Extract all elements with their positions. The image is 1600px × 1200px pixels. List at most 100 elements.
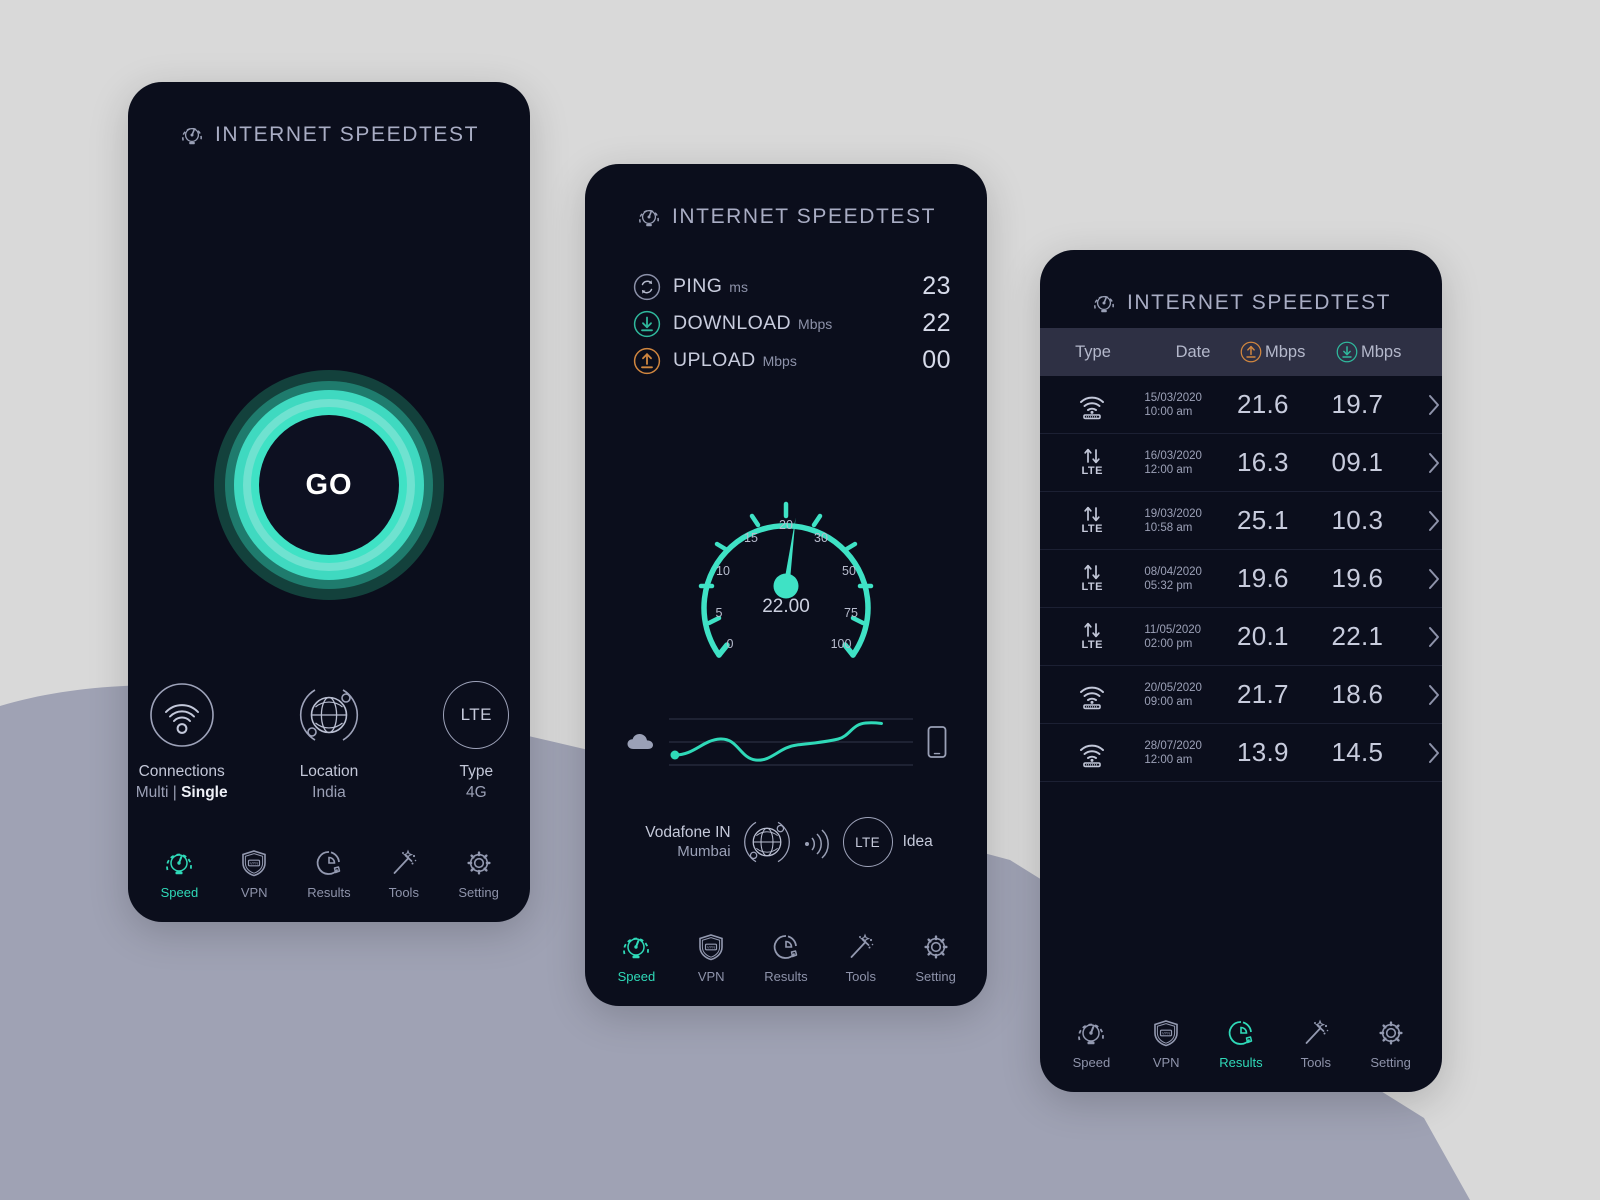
nav-item-tools[interactable]: Tools: [1284, 1018, 1348, 1070]
row-detail-button[interactable]: [1426, 508, 1442, 534]
info-type[interactable]: LTE Type 4G: [423, 681, 530, 803]
cell-date-value: 16/03/2020: [1144, 449, 1202, 462]
nav-item-vpn[interactable]: VPN VPN: [1134, 1018, 1198, 1070]
nav-label-tools: Tools: [1300, 1055, 1331, 1070]
cell-date: 15/03/2020 10:00 am: [1144, 391, 1237, 419]
cell-download-mbps: 09.1: [1331, 447, 1384, 477]
nav-label-tools: Tools: [388, 885, 419, 900]
screenshot-canvas: INTERNET SPEEDTEST GO Connections Multi …: [0, 0, 1600, 1200]
go-button-core[interactable]: GO: [259, 415, 399, 555]
table-row[interactable]: LTE 08/04/2020 05:32 pm 19.6 19.6: [1040, 550, 1442, 608]
stat-name-upload: UPLOAD: [673, 349, 756, 371]
cell-upload-mbps: 21.7: [1236, 679, 1289, 709]
cell-type: LTE: [1040, 506, 1144, 535]
cell-upload-mbps: 16.3: [1236, 447, 1289, 477]
cell-date: 08/04/2020 05:32 pm: [1144, 565, 1237, 593]
cell-date-value: 08/04/2020: [1144, 565, 1202, 578]
nav-label-tools: Tools: [845, 969, 876, 984]
nav-label-results: Results: [307, 885, 351, 900]
nav-item-setting[interactable]: Setting: [447, 848, 511, 900]
svg-text:VPN: VPN: [1162, 1031, 1170, 1036]
stat-unit-ping: ms: [729, 278, 748, 295]
speed-stats-list: PING ms 23 DOWNLOAD Mbps 22 UPLOAD Mbps …: [633, 268, 951, 379]
nav-item-setting[interactable]: Setting: [904, 932, 968, 984]
carrier-city: Mumbai: [677, 843, 731, 860]
carrier-text-block: Vodafone IN Mumbai: [645, 823, 730, 861]
cell-time-value: 02:00 pm: [1144, 637, 1193, 650]
nav-item-speed[interactable]: Speed: [1059, 1018, 1123, 1070]
nav-item-vpn[interactable]: VPN VPN: [222, 848, 286, 900]
ping-refresh-icon: [633, 273, 661, 301]
nav-item-setting[interactable]: Setting: [1359, 1018, 1423, 1070]
carrier-alt-name: Idea: [902, 833, 933, 850]
row-detail-button[interactable]: [1426, 566, 1442, 592]
connection-info-row: Connections Multi | Single Location Indi…: [128, 681, 530, 803]
gear-icon: [1378, 1021, 1403, 1045]
wifi-icon: [149, 682, 215, 748]
cell-upload-mbps: 20.1: [1236, 621, 1289, 651]
up-down-arrows-icon: [1084, 506, 1100, 522]
info-location-value: India: [312, 784, 346, 801]
phone-screen-test-result: INTERNET SPEEDTEST PING ms 23 DOWNLOAD M…: [585, 164, 987, 1006]
speedometer-icon: [1078, 1023, 1105, 1045]
cell-download-mbps: 14.5: [1331, 737, 1384, 767]
nav-label-speed: Speed: [617, 969, 656, 984]
globe-orbit-icon: [296, 682, 362, 748]
wifi-router-icon: [1080, 396, 1105, 419]
nav-label-results: Results: [1219, 1055, 1263, 1070]
row-detail-button[interactable]: [1426, 392, 1442, 418]
table-row[interactable]: LTE 19/03/2020 10:58 am 25.1 10.3: [1040, 492, 1442, 550]
nav-label-results: Results: [764, 969, 808, 984]
carrier-info-row: Vodafone IN Mumbai LTE Idea: [619, 816, 959, 868]
results-table-header: Type Date Mbps Mbps: [1040, 328, 1442, 376]
nav-label-setting: Setting: [915, 969, 956, 984]
chevron-right-icon: [1429, 394, 1439, 415]
nav-item-speed[interactable]: Speed: [147, 848, 211, 900]
column-header-date: Date: [1175, 342, 1211, 361]
carrier-network-badge: LTE: [842, 817, 893, 867]
row-detail-button[interactable]: [1426, 682, 1442, 708]
lte-type-label: LTE: [1081, 581, 1103, 593]
cell-time-value: 09:00 am: [1144, 695, 1193, 708]
magic-wand-icon: [393, 849, 417, 874]
stat-value-upload: 00: [922, 346, 951, 374]
nav-item-tools[interactable]: Tools: [372, 848, 436, 900]
nav-item-results[interactable]: Results: [297, 848, 361, 900]
go-button[interactable]: GO: [214, 370, 444, 600]
cell-time-value: 05:32 pm: [1144, 579, 1193, 592]
donut-chart-icon: [316, 851, 341, 875]
cell-download-mbps: 19.7: [1331, 389, 1384, 419]
table-row[interactable]: 15/03/2020 10:00 am 21.6 19.7: [1040, 376, 1442, 434]
info-type-value: 4G: [465, 784, 487, 801]
row-detail-button[interactable]: [1426, 740, 1442, 766]
cell-time-value: 10:00 am: [1144, 405, 1193, 418]
table-row[interactable]: 20/05/2020 09:00 am 21.7 18.6: [1040, 666, 1442, 724]
nav-item-speed[interactable]: Speed: [604, 932, 668, 984]
table-row[interactable]: LTE 16/03/2020 12:00 am 16.3 09.1: [1040, 434, 1442, 492]
info-connections[interactable]: Connections Multi | Single: [128, 682, 235, 803]
info-location-title: Location: [299, 763, 359, 780]
row-detail-button[interactable]: [1426, 624, 1442, 650]
cell-time-value: 12:00 am: [1144, 463, 1193, 476]
table-row[interactable]: 28/07/2020 12:00 am 13.9 14.5: [1040, 724, 1442, 782]
svg-text:50: 50: [842, 564, 856, 578]
row-detail-button[interactable]: [1426, 450, 1442, 476]
shield-vpn-icon: VPN: [699, 934, 723, 961]
cell-date-value: 15/03/2020: [1144, 391, 1202, 404]
nav-item-results[interactable]: Results: [1209, 1018, 1273, 1070]
throughput-sparkline-row: [625, 714, 949, 770]
lte-type-label: LTE: [1081, 465, 1103, 477]
wifi-router-icon: [1080, 686, 1105, 709]
lte-badge-icon: LTE: [443, 681, 510, 749]
cell-type: [1040, 680, 1144, 710]
svg-text:VPN: VPN: [707, 945, 715, 950]
nav-item-results[interactable]: Results: [754, 932, 818, 984]
nav-item-vpn[interactable]: VPN VPN: [679, 932, 743, 984]
nav-item-tools[interactable]: Tools: [829, 932, 893, 984]
column-header-download: Mbps: [1336, 341, 1432, 363]
table-row[interactable]: LTE 11/05/2020 02:00 pm 20.1 22.1: [1040, 608, 1442, 666]
conn-sep: |: [168, 784, 182, 801]
speedometer-icon: [166, 853, 193, 875]
info-location[interactable]: Location India: [275, 682, 382, 803]
svg-text:20: 20: [779, 518, 793, 532]
